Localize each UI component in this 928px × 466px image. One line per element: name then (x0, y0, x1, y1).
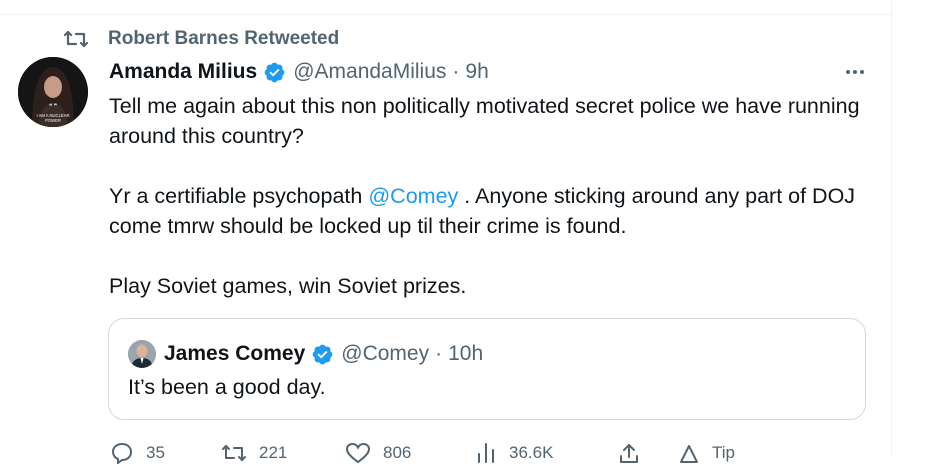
quoted-author-handle[interactable]: @Comey (341, 342, 429, 366)
share-icon (620, 444, 638, 463)
like-count: 806 (383, 443, 412, 462)
tip-label: Tip (712, 443, 735, 462)
retweet-banner-label: Robert Barnes Retweeted (108, 28, 340, 49)
tip-button[interactable]: Tip (678, 442, 735, 464)
verified-badge-icon[interactable] (263, 61, 286, 84)
quoted-author-avatar[interactable] (128, 340, 156, 368)
author-avatar-image: ❝ ❞ I AM A NUCLEAR POWER (18, 57, 88, 127)
retweet-button[interactable]: 221 (221, 442, 287, 464)
tweet-paragraph: Yr a certifiable psychopath @Comey . Any… (109, 181, 879, 241)
views-chart-icon (478, 443, 494, 463)
quoted-author-name[interactable]: James Comey (164, 342, 305, 366)
tweet-text-fragment: Yr a certifiable psychopath (109, 184, 369, 208)
author-avatar[interactable]: ❝ ❞ I AM A NUCLEAR POWER (18, 57, 88, 127)
author-name[interactable]: Amanda Milius (109, 60, 257, 84)
separator-dot: · (435, 342, 443, 365)
more-options-icon[interactable] (843, 62, 867, 82)
tweet-actions: 35 221 806 36.6K Tip (110, 442, 870, 466)
views-button[interactable]: 36.6K (475, 442, 553, 464)
reply-icon (111, 442, 133, 464)
heart-icon (345, 442, 371, 464)
retweet-icon (64, 28, 90, 50)
retweet-count: 221 (259, 443, 288, 462)
column-divider (891, 0, 892, 457)
svg-text:❝ ❞: ❝ ❞ (49, 103, 57, 110)
tweet-paragraph: Tell me again about this non politically… (109, 94, 860, 148)
tweet-time[interactable]: 9h (465, 60, 488, 84)
retweet-banner[interactable]: Robert Barnes Retweeted (64, 28, 339, 50)
reply-button[interactable]: 35 (110, 442, 165, 464)
tweet-text: Tell me again about this non politically… (109, 91, 879, 301)
separator-dot: · (452, 60, 460, 83)
tip-icon (680, 445, 698, 463)
like-button[interactable]: 806 (345, 442, 411, 464)
top-divider (0, 14, 891, 15)
svg-text:POWER: POWER (45, 118, 61, 123)
quoted-tweet[interactable]: James Comey @Comey · 10h It’s been a goo… (108, 318, 866, 420)
tweet-header: Amanda Milius @AmandaMilius · 9h (109, 58, 489, 86)
mention-link[interactable]: @Comey (368, 184, 458, 208)
quoted-tweet-text: It’s been a good day. (128, 375, 326, 399)
view-count: 36.6K (509, 443, 554, 462)
verified-badge-icon[interactable] (311, 343, 334, 366)
reply-count: 35 (146, 443, 165, 462)
share-button[interactable] (618, 442, 640, 464)
author-handle[interactable]: @AmandaMilius (293, 60, 446, 84)
quoted-tweet-time[interactable]: 10h (448, 342, 483, 366)
retweet-action-icon (222, 445, 246, 461)
quoted-tweet-header: James Comey @Comey · 10h (128, 340, 483, 368)
tweet-paragraph: Play Soviet games, win Soviet prizes. (109, 274, 467, 298)
